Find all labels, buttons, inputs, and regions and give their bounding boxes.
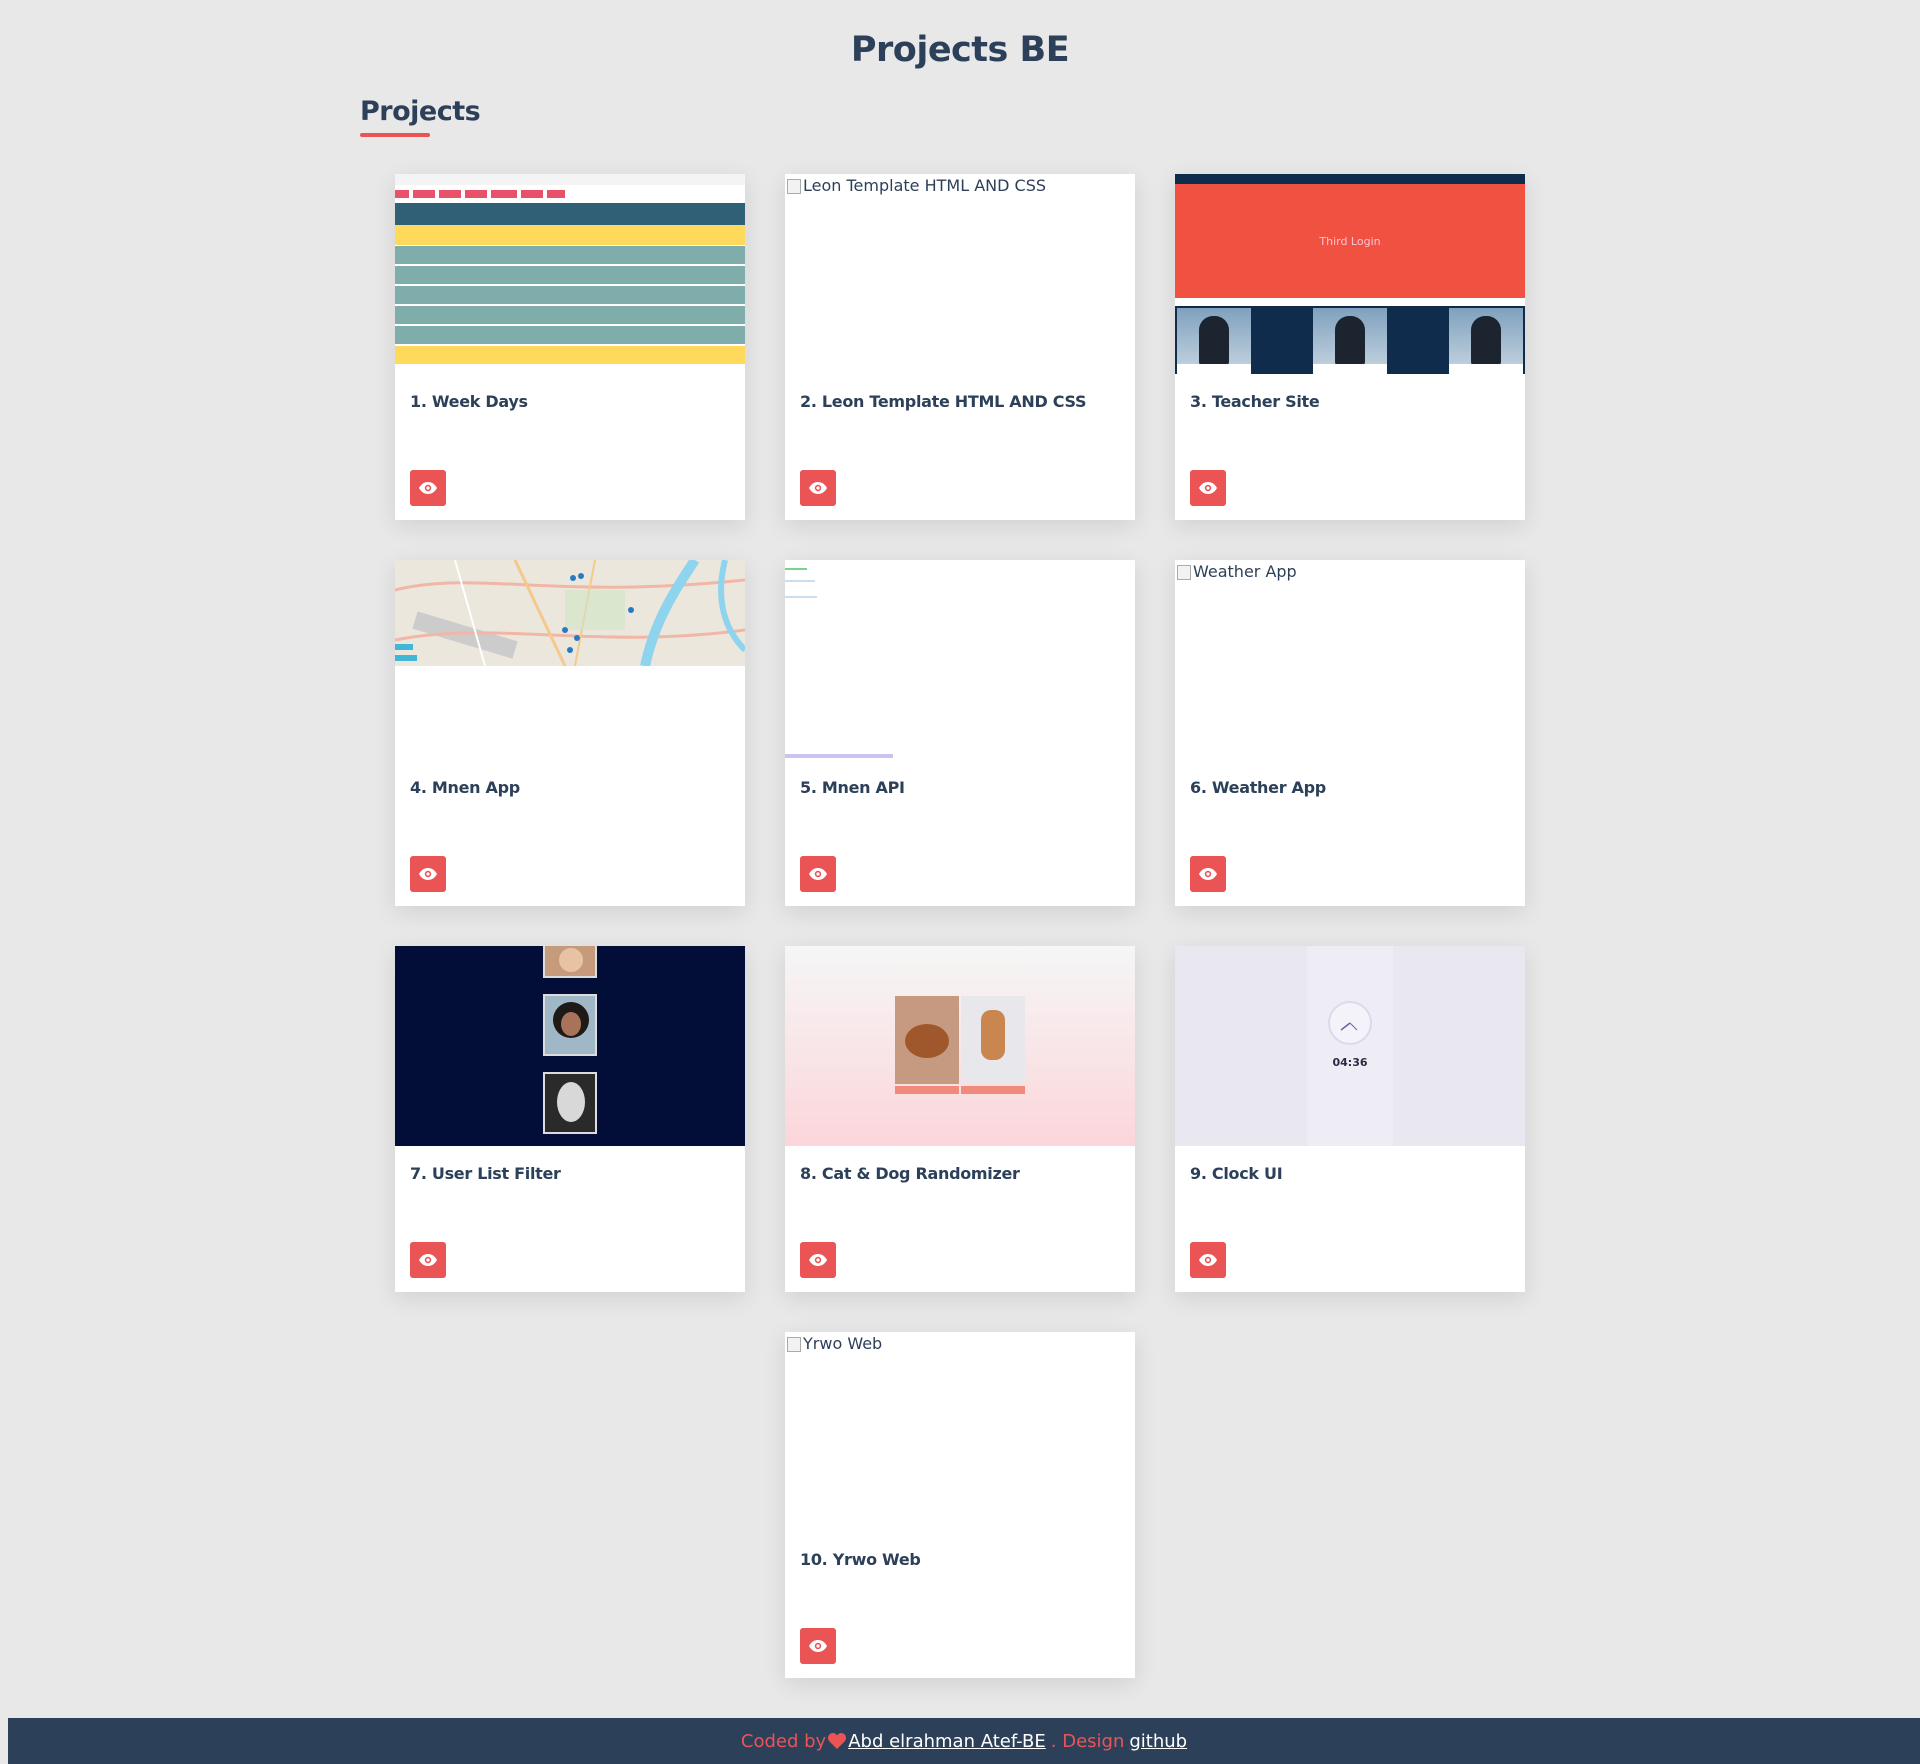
view-project-button[interactable] [800, 1628, 836, 1664]
project-card-clock-ui: 04:36 9. Clock UI [1175, 946, 1525, 1292]
eye-icon [1199, 1254, 1217, 1266]
project-thumbnail-broken: Yrwo Web [785, 1332, 1135, 1532]
project-thumbnail-broken: Leon Template HTML AND CSS [785, 174, 1135, 374]
image-alt-text: Yrwo Web [785, 1334, 882, 1353]
section-underline [360, 133, 430, 137]
footer-design: . Design [1050, 1730, 1125, 1752]
eye-icon [1199, 868, 1217, 880]
projects-grid: 1. Week Days Leon Template HTML AND CSS … [395, 174, 1525, 1678]
view-project-button[interactable] [1190, 1242, 1226, 1278]
eye-icon [1199, 482, 1217, 494]
footer: Coded by Abd elrahman Atef-BE . Design g… [8, 1718, 1920, 1764]
clock-icon [1328, 1001, 1372, 1045]
project-card-user-list-filter: 7. User List Filter [395, 946, 745, 1292]
project-title: 5. Mnen API [800, 778, 905, 797]
view-project-button[interactable] [410, 470, 446, 506]
project-thumbnail: Third Login [1175, 174, 1525, 374]
project-card-weather-app: Weather App 6. Weather App [1175, 560, 1525, 906]
project-thumbnail [785, 946, 1135, 1146]
github-link[interactable]: github [1129, 1731, 1187, 1752]
view-project-button[interactable] [800, 856, 836, 892]
project-title: 6. Weather App [1190, 778, 1326, 797]
project-card-leon-template: Leon Template HTML AND CSS 2. Leon Templ… [785, 174, 1135, 520]
avatar [543, 946, 597, 978]
image-alt-text: Leon Template HTML AND CSS [785, 176, 1046, 195]
project-card-teacher-site: Third Login 3. Teacher Site [1175, 174, 1525, 520]
project-card-mnen-api: 5. Mnen API [785, 560, 1135, 906]
eye-icon [809, 1254, 827, 1266]
view-project-button[interactable] [410, 856, 446, 892]
site-title: Projects BE [850, 30, 1070, 70]
project-title: 9. Clock UI [1190, 1164, 1283, 1183]
project-title: 10. Yrwo Web [800, 1550, 921, 1569]
project-card-week-days: 1. Week Days [395, 174, 745, 520]
image-alt-text: Weather App [1175, 562, 1297, 581]
avatar [543, 994, 597, 1056]
project-title: 4. Mnen App [410, 778, 520, 797]
view-project-button[interactable] [800, 1242, 836, 1278]
clock-time: 04:36 [1332, 1056, 1368, 1069]
heart-icon [828, 1733, 847, 1749]
project-thumbnail [395, 560, 745, 666]
project-card-mnen-app: 4. Mnen App [395, 560, 745, 906]
view-project-button[interactable] [1190, 470, 1226, 506]
eye-icon [419, 482, 437, 494]
project-title: 8. Cat & Dog Randomizer [800, 1164, 1020, 1183]
project-title: 1. Week Days [410, 392, 528, 411]
project-thumbnail-broken: Weather App [1175, 560, 1525, 760]
project-thumbnail [395, 946, 745, 1146]
project-title: 2. Leon Template HTML AND CSS [800, 392, 1087, 411]
eye-icon [419, 1254, 437, 1266]
project-card-yrwo-web: Yrwo Web 10. Yrwo Web [785, 1332, 1135, 1678]
eye-icon [809, 868, 827, 880]
project-thumbnail: 04:36 [1175, 946, 1525, 1146]
map-image [395, 560, 745, 666]
project-title: 3. Teacher Site [1190, 392, 1320, 411]
view-project-button[interactable] [800, 470, 836, 506]
section-title: Projects [360, 96, 481, 127]
dog-image [961, 996, 1025, 1084]
eye-icon [809, 1640, 827, 1652]
view-project-button[interactable] [1190, 856, 1226, 892]
cat-image [895, 996, 959, 1084]
author-link[interactable]: Abd elrahman Atef-BE [848, 1731, 1046, 1752]
project-thumbnail [395, 174, 745, 374]
eye-icon [419, 868, 437, 880]
view-project-button[interactable] [410, 1242, 446, 1278]
thumbnail-caption: Third Login [1319, 234, 1381, 248]
project-thumbnail [785, 560, 1135, 760]
project-card-cat-dog-randomizer: 8. Cat & Dog Randomizer [785, 946, 1135, 1292]
eye-icon [809, 482, 827, 494]
project-title: 7. User List Filter [410, 1164, 561, 1183]
avatar [543, 1072, 597, 1134]
footer-coded-by: Coded by [740, 1730, 827, 1752]
